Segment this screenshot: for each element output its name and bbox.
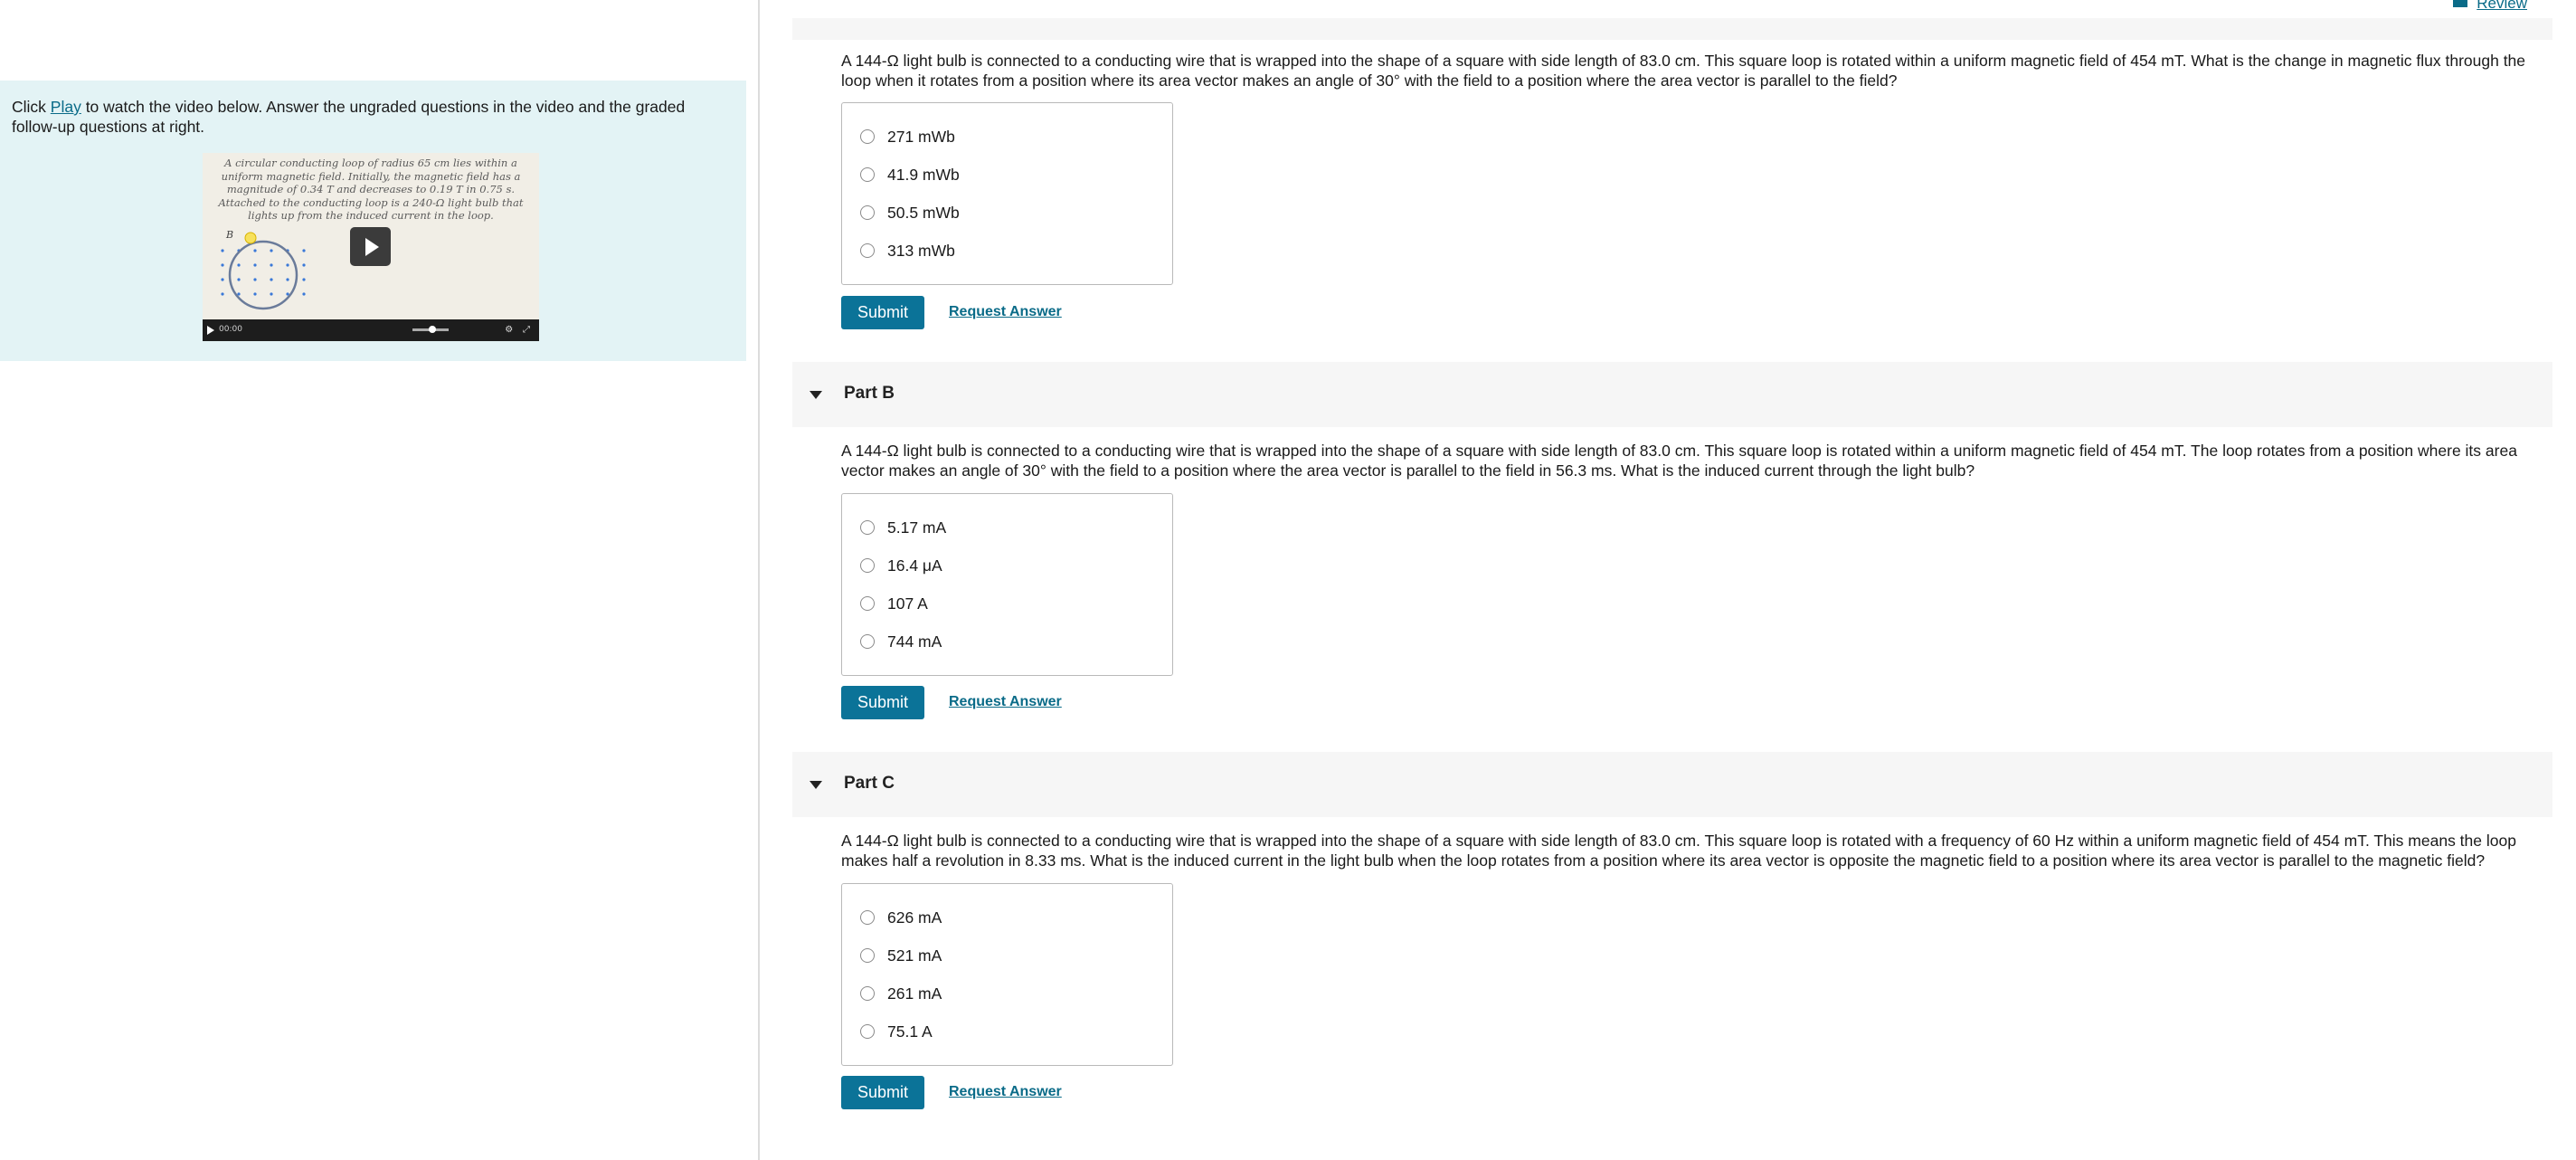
radio-button[interactable] bbox=[860, 167, 875, 182]
submit-button[interactable]: Submit bbox=[841, 296, 924, 329]
answer-choices: 5.17 mA 16.4 μA 107 A 744 mA bbox=[841, 493, 1173, 676]
request-answer-link[interactable]: Request Answer bbox=[949, 304, 1062, 320]
radio-button[interactable] bbox=[860, 558, 875, 573]
radio-button[interactable] bbox=[860, 129, 875, 144]
choice-option[interactable]: 261 mA bbox=[860, 980, 942, 1007]
request-answer-link[interactable]: Request Answer bbox=[949, 694, 1062, 710]
instructions-text: Click Play to watch the video below. Ans… bbox=[12, 97, 734, 137]
radio-button[interactable] bbox=[860, 1024, 875, 1039]
answer-choices: 271 mWb 41.9 mWb 50.5 mWb 313 mWb bbox=[841, 102, 1173, 285]
collapse-caret-icon[interactable] bbox=[810, 391, 822, 399]
choice-label: 744 mA bbox=[887, 632, 942, 651]
choice-option[interactable]: 16.4 μA bbox=[860, 552, 942, 579]
loop-illustration: B bbox=[221, 229, 306, 310]
radio-button[interactable] bbox=[860, 634, 875, 649]
choice-label: 107 A bbox=[887, 594, 928, 613]
field-label: B bbox=[225, 229, 233, 241]
radio-button[interactable] bbox=[860, 948, 875, 963]
choice-label: 41.9 mWb bbox=[887, 165, 960, 184]
radio-button[interactable] bbox=[860, 596, 875, 611]
collapse-caret-icon[interactable] bbox=[810, 781, 822, 789]
question-text: A 144-Ω light bulb is connected to a con… bbox=[841, 832, 2516, 870]
choice-label: 521 mA bbox=[887, 946, 942, 965]
choice-option[interactable]: 107 A bbox=[860, 590, 928, 617]
choice-option[interactable]: 626 mA bbox=[860, 904, 942, 931]
control-play-icon[interactable] bbox=[207, 326, 214, 335]
review-label: Review bbox=[2477, 0, 2527, 12]
part-a-header bbox=[792, 18, 2552, 40]
choice-option[interactable]: 521 mA bbox=[860, 942, 942, 969]
video-time: 00:00 bbox=[219, 325, 242, 334]
play-link[interactable]: Play bbox=[51, 98, 81, 116]
questions-panel: Review A 144-Ω light bulb is connected t… bbox=[792, 0, 2552, 1160]
choice-option[interactable]: 271 mWb bbox=[860, 123, 955, 150]
video-controls: 00:00 ⚙ ⤢ bbox=[203, 319, 539, 341]
video-player[interactable]: A circular conducting loop of radius 65 … bbox=[203, 153, 539, 341]
submit-button[interactable]: Submit bbox=[841, 686, 924, 719]
review-link[interactable]: Review bbox=[2453, 0, 2527, 13]
radio-button[interactable] bbox=[860, 520, 875, 535]
choice-option[interactable]: 41.9 mWb bbox=[860, 161, 960, 188]
submit-button[interactable]: Submit bbox=[841, 1076, 924, 1109]
answer-choices: 626 mA 521 mA 261 mA 75.1 A bbox=[841, 883, 1173, 1066]
choice-option[interactable]: 75.1 A bbox=[860, 1018, 933, 1045]
choice-option[interactable]: 313 mWb bbox=[860, 237, 955, 264]
choice-option[interactable]: 744 mA bbox=[860, 628, 942, 655]
question-text: A 144-Ω light bulb is connected to a con… bbox=[841, 52, 2526, 90]
part-title: Part C bbox=[844, 774, 895, 793]
choice-label: 16.4 μA bbox=[887, 556, 942, 575]
question-text: A 144-Ω light bulb is connected to a con… bbox=[841, 442, 2517, 480]
left-panel: Click Play to watch the video below. Ans… bbox=[0, 0, 760, 1160]
choice-option[interactable]: 5.17 mA bbox=[860, 514, 946, 541]
conducting-loop bbox=[228, 240, 298, 310]
volume-slider[interactable] bbox=[412, 326, 449, 333]
settings-fullscreen-icon[interactable]: ⚙ ⤢ bbox=[505, 325, 534, 335]
choice-label: 50.5 mWb bbox=[887, 203, 960, 222]
instructions-suffix: to watch the video below. Answer the ung… bbox=[12, 98, 686, 136]
part-c-header[interactable]: Part C bbox=[792, 752, 2552, 817]
radio-button[interactable] bbox=[860, 986, 875, 1001]
choice-label: 313 mWb bbox=[887, 241, 955, 260]
choice-label: 261 mA bbox=[887, 984, 942, 1003]
video-caption: A circular conducting loop of radius 65 … bbox=[218, 157, 524, 222]
part-b-header[interactable]: Part B bbox=[792, 362, 2552, 427]
choice-option[interactable]: 50.5 mWb bbox=[860, 199, 960, 226]
radio-button[interactable] bbox=[860, 910, 875, 925]
instructions-prefix: Click bbox=[12, 98, 51, 116]
play-button-icon[interactable] bbox=[350, 227, 391, 266]
light-bulb-icon bbox=[244, 232, 257, 244]
choice-label: 271 mWb bbox=[887, 127, 955, 146]
review-icon bbox=[2453, 0, 2468, 7]
choice-label: 5.17 mA bbox=[887, 518, 947, 537]
radio-button[interactable] bbox=[860, 205, 875, 220]
part-title: Part B bbox=[844, 384, 895, 403]
choice-label: 75.1 A bbox=[887, 1022, 933, 1041]
choice-label: 626 mA bbox=[887, 908, 942, 927]
request-answer-link[interactable]: Request Answer bbox=[949, 1084, 1062, 1100]
radio-button[interactable] bbox=[860, 243, 875, 258]
